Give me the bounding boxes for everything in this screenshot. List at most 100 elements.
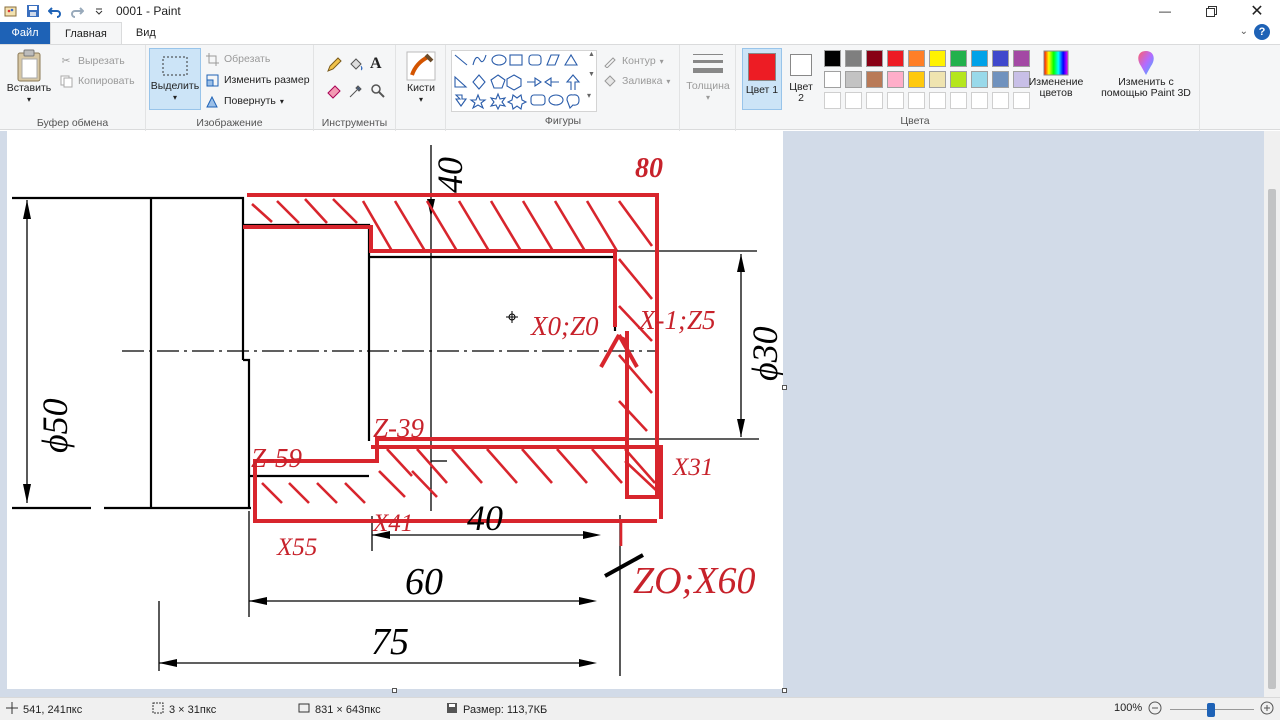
label-x0z0: X0;Z0 <box>530 311 599 341</box>
custom-color-swatch[interactable] <box>824 92 841 109</box>
palette-swatch[interactable] <box>929 50 946 67</box>
paste-label: Вставить <box>6 82 52 94</box>
select-button[interactable]: Выделить ▾ <box>149 48 201 110</box>
color2-swatch <box>790 54 812 76</box>
shapes-expand-icon[interactable]: ▾ <box>587 91 591 100</box>
cut-button[interactable]: ✂ Вырезать <box>58 53 125 69</box>
custom-color-swatch[interactable] <box>992 92 1009 109</box>
shapes-scroll-up-icon[interactable]: ▲ <box>588 51 595 58</box>
palette-swatch[interactable] <box>824 50 841 67</box>
customize-qat-icon[interactable] <box>90 2 108 20</box>
canvas-resize-handle-right[interactable] <box>782 385 787 390</box>
rotate-button[interactable]: Повернуть ▾ <box>204 93 284 109</box>
image-dimensions: 831 × 643пкс <box>298 702 381 717</box>
palette-swatch[interactable] <box>887 50 904 67</box>
pencil-icon[interactable] <box>326 57 342 73</box>
brushes-button[interactable]: Кисти ▾ <box>400 51 442 105</box>
paint3d-button[interactable]: Изменить с помощью Paint 3D <box>1098 49 1194 99</box>
status-bar: 541, 241пкс 3 × 31пкс 831 × 643пкс Разме… <box>0 697 1280 720</box>
label-x31: X31 <box>672 454 713 481</box>
dim-60: 60 <box>405 561 443 603</box>
custom-color-swatch[interactable] <box>929 92 946 109</box>
shapes-scroll-down-icon[interactable]: ▼ <box>588 71 595 78</box>
resize-icon <box>204 72 220 88</box>
custom-color-swatch[interactable] <box>845 92 862 109</box>
label-x55: X55 <box>276 534 317 561</box>
label-zm39: Z-39 <box>373 413 425 443</box>
disk-icon <box>446 702 458 717</box>
save-icon[interactable] <box>24 2 42 20</box>
palette-swatch[interactable] <box>950 71 967 88</box>
zoom-slider-thumb[interactable] <box>1207 703 1215 717</box>
copy-icon <box>58 73 74 89</box>
scrollbar-thumb[interactable] <box>1268 189 1276 689</box>
tab-view[interactable]: Вид <box>122 22 170 44</box>
image-size-icon <box>298 702 310 717</box>
technical-drawing: 40 ϕ30 ϕ50 40 60 75 80 X0;Z0 X-1;Z5 Z-39… <box>12 145 783 676</box>
custom-color-swatch[interactable] <box>866 92 883 109</box>
dim-75: 75 <box>371 621 409 663</box>
vertical-scrollbar[interactable] <box>1264 131 1280 697</box>
color2-button[interactable]: Цвет 2 <box>786 48 816 104</box>
restore-icon[interactable] <box>1188 0 1234 22</box>
palette-swatch[interactable] <box>908 71 925 88</box>
help-icon[interactable]: ? <box>1254 24 1270 40</box>
palette-swatch[interactable] <box>824 71 841 88</box>
workspace: 40 ϕ30 ϕ50 40 60 75 80 X0;Z0 X-1;Z5 Z-39… <box>0 131 1264 697</box>
shapes-gallery[interactable] <box>451 50 597 112</box>
edit-colors-button[interactable]: Изменение цветов <box>1028 49 1084 99</box>
zoom-out-icon[interactable] <box>1148 701 1162 715</box>
minimize-icon[interactable]: — <box>1142 0 1188 22</box>
text-tool-icon[interactable]: A <box>370 55 382 73</box>
palette-swatch[interactable] <box>866 50 883 67</box>
size-button[interactable]: Толщина ▾ <box>684 51 732 103</box>
fill-button[interactable]: Заливка ▾ <box>602 73 670 89</box>
drawing-canvas[interactable]: 40 ϕ30 ϕ50 40 60 75 80 X0;Z0 X-1;Z5 Z-39… <box>7 131 783 689</box>
redo-icon[interactable] <box>68 2 86 20</box>
clipboard-group-label: Буфер обмена <box>36 117 109 129</box>
dim-phi50: ϕ50 <box>35 398 75 453</box>
palette-swatch[interactable] <box>845 71 862 88</box>
palette-swatch[interactable] <box>929 71 946 88</box>
fill-icon <box>602 73 618 89</box>
palette-swatch[interactable] <box>971 50 988 67</box>
palette-swatch[interactable] <box>992 50 1009 67</box>
palette-swatch[interactable] <box>950 50 967 67</box>
dim-phi30: ϕ30 <box>745 326 783 381</box>
custom-color-swatch[interactable] <box>971 92 988 109</box>
close-icon[interactable]: ✕ <box>1234 0 1280 22</box>
resize-button[interactable]: Изменить размер <box>204 72 310 88</box>
palette-swatch[interactable] <box>908 50 925 67</box>
tools-group-label: Инструменты <box>321 117 388 129</box>
dim-40-top: 40 <box>430 157 470 193</box>
palette-swatch[interactable] <box>992 71 1009 88</box>
window-title: 0001 - Paint <box>116 4 181 18</box>
color1-button[interactable]: Цвет 1 <box>742 48 782 110</box>
canvas-resize-handle-corner[interactable] <box>782 688 787 693</box>
palette-swatch[interactable] <box>887 71 904 88</box>
magnifier-icon[interactable] <box>370 83 386 99</box>
dim-80: 80 <box>635 153 663 184</box>
tab-file[interactable]: Файл <box>0 22 50 44</box>
palette-swatch[interactable] <box>845 50 862 67</box>
outline-button[interactable]: Контур ▾ <box>602 53 664 69</box>
crop-button[interactable]: Обрезать <box>204 51 270 67</box>
custom-color-swatch[interactable] <box>950 92 967 109</box>
collapse-ribbon-icon[interactable]: ⌄ <box>1240 26 1248 37</box>
undo-icon[interactable] <box>46 2 64 20</box>
color-picker-icon[interactable] <box>348 83 364 99</box>
fill-bucket-icon[interactable] <box>348 57 364 73</box>
zoom-in-icon[interactable] <box>1260 701 1274 715</box>
copy-button[interactable]: Копировать <box>58 73 135 89</box>
tab-home[interactable]: Главная <box>50 22 122 44</box>
label-x41: X41 <box>372 510 413 537</box>
palette-swatch[interactable] <box>866 71 883 88</box>
custom-color-swatch[interactable] <box>908 92 925 109</box>
group-size: Толщина ▾ <box>680 45 736 131</box>
label-xm1z5: X-1;Z5 <box>638 305 716 335</box>
canvas-resize-handle-bottom[interactable] <box>392 688 397 693</box>
eraser-icon[interactable] <box>326 83 342 99</box>
custom-color-swatch[interactable] <box>887 92 904 109</box>
palette-swatch[interactable] <box>971 71 988 88</box>
paste-button[interactable]: Вставить ▾ <box>4 49 54 105</box>
